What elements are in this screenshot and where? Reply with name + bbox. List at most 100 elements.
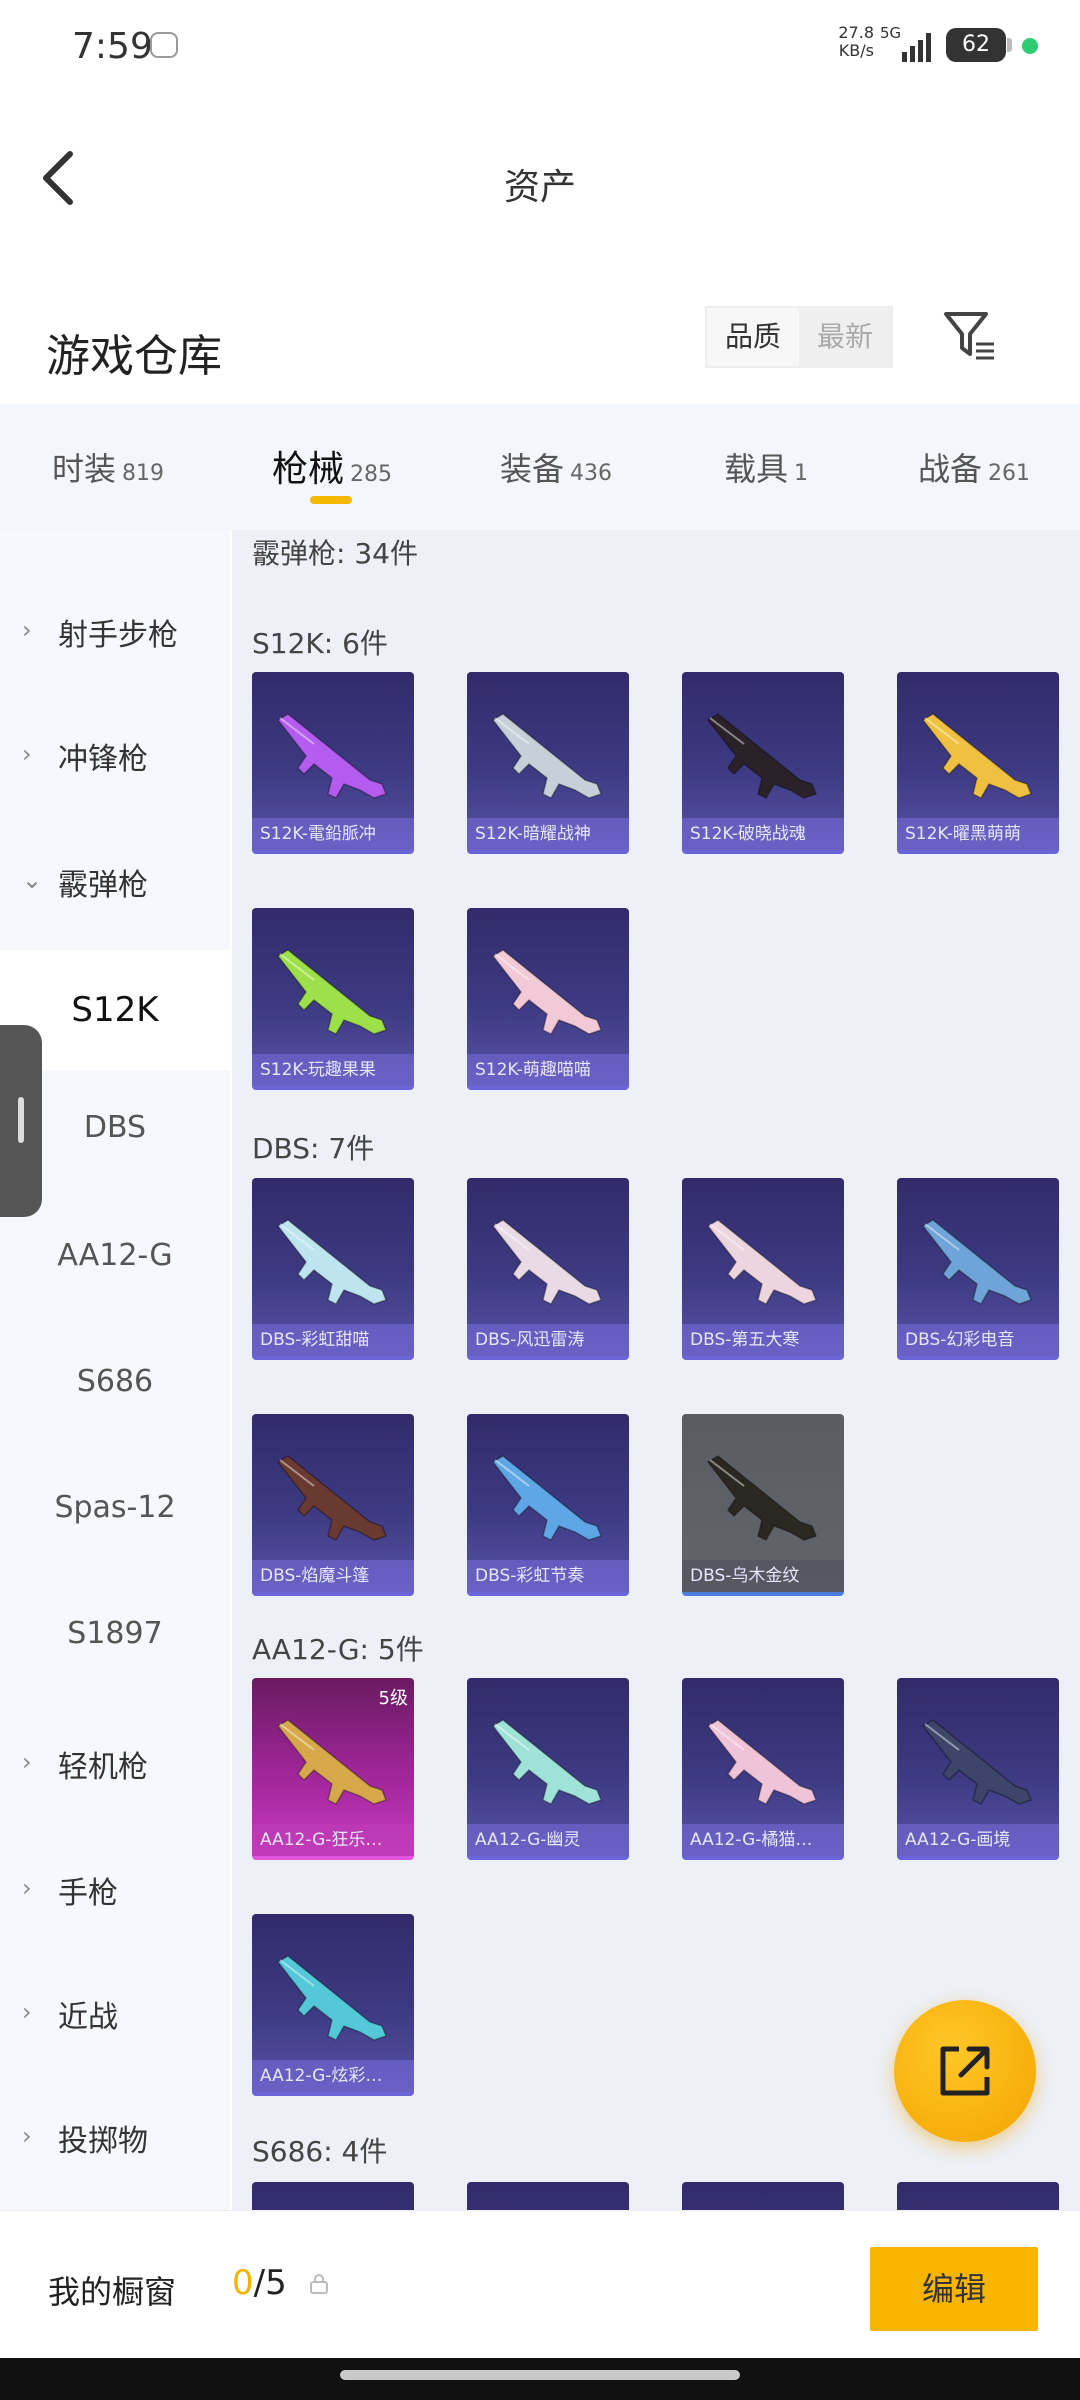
sort-toggle[interactable]: 品质 最新 [705,306,893,368]
weapon-skin-card[interactable]: S12K-萌趣喵喵 [467,908,629,1090]
weapon-skin-card[interactable]: DBS-焰魔斗篷 [252,1414,414,1596]
message-icon [150,32,178,58]
chevron-right-icon: › [22,1998,32,2026]
sidebar-item[interactable]: › 射手步枪 [0,570,230,690]
weapon-skin-card[interactable]: DBS-幻彩电音 [897,1178,1059,1360]
chevron-right-icon: › [22,2122,32,2150]
showcase-count: 0/5 [232,2263,287,2303]
weapon-skin-name: AA12-G-幽灵 [467,1824,629,1856]
sidebar-item[interactable]: S1897 [0,1576,230,1696]
tab-equipment[interactable]: 装备 436 [500,444,612,490]
weapon-skin-name: S12K-曜黑萌萌 [897,818,1059,850]
shotgun-icon [276,713,387,799]
item-grid: 霰弹枪: 34件 S12K: 6件 S12K-電鉛脈冲 S12K-暗耀战神 S12K-… [232,530,1080,2210]
signal-icon [902,33,931,62]
shotgun-icon [276,1219,387,1305]
category-tabs: 时装 819 枪械 285 装备 436 载具 1 战备 261 [0,404,1080,530]
sidebar-item[interactable]: › 冲锋枪 [0,694,230,814]
sidebar-item-label: 冲锋枪 [58,742,148,777]
sidebar-item[interactable]: › 近战 [0,1952,230,2072]
sidebar-item-label: S12K [71,990,159,1030]
weapon-skin-card[interactable] [897,2182,1059,2210]
share-icon [940,2046,990,2096]
weapon-skin-name: S12K-電鉛脈冲 [252,818,414,850]
weapon-skin-card[interactable]: AA12-G-炫彩… [252,1914,414,2096]
weapon-skin-card[interactable]: S12K-破晓战魂 [682,672,844,854]
showcase-label: 我的橱窗 [48,2273,177,2311]
shotgun-icon [276,1955,387,2041]
sidebar-item[interactable]: AA12-G [0,1198,230,1318]
sort-quality-button[interactable]: 品质 [707,308,799,366]
shotgun-icon [921,1219,1032,1305]
network-type: 5G [880,24,902,42]
weapon-skin-card[interactable]: DBS-乌木金纹 [682,1414,844,1596]
weapon-skin-name: DBS-幻彩电音 [897,1324,1059,1356]
shotgun-icon [491,1219,602,1305]
edit-button[interactable]: 编辑 [870,2247,1038,2331]
weapon-skin-card[interactable]: S12K-曜黑萌萌 [897,672,1059,854]
shotgun-icon [706,713,817,799]
weapon-skin-card[interactable]: DBS-第五大寒 [682,1178,844,1360]
chevron-right-icon: › [22,1748,32,1776]
chevron-right-icon: › [22,616,32,644]
level-badge: 5级 [378,1688,408,1709]
section-label: S12K: 6件 [252,627,388,660]
shotgun-icon [921,713,1032,799]
weapon-skin-name: DBS-彩虹节奏 [467,1560,629,1592]
tab-vehicles[interactable]: 载具 1 [724,444,808,490]
weapon-skin-card[interactable]: 5级 AA12-G-狂乐… [252,1678,414,1860]
shotgun-icon [921,1719,1032,1805]
weapon-skin-card[interactable]: AA12-G-橘猫… [682,1678,844,1860]
sort-newest-button[interactable]: 最新 [799,308,891,366]
shotgun-icon [276,1719,387,1805]
shotgun-icon [706,1219,817,1305]
sidebar-item-label: 轻机枪 [58,1750,148,1785]
weapon-skin-card[interactable]: DBS-彩虹甜喵 [252,1178,414,1360]
tab-guns[interactable]: 枪械 285 [272,440,392,492]
weapon-skin-name: AA12-G-炫彩… [252,2060,414,2092]
sidebar-item[interactable]: › 轻机枪 [0,1702,230,1822]
sidebar-item[interactable]: › 投掷物 [0,2076,230,2196]
weapon-skin-card[interactable] [682,2182,844,2210]
weapon-skin-card[interactable]: S12K-玩趣果果 [252,908,414,1090]
privacy-dot [1022,38,1038,54]
weapon-skin-name: S12K-玩趣果果 [252,1054,414,1086]
shotgun-icon [491,1455,602,1541]
shotgun-icon [491,713,602,799]
weapon-skin-name: DBS-风迅雷涛 [467,1324,629,1356]
home-gesture-bar[interactable] [340,2370,740,2380]
weapon-skin-card[interactable]: AA12-G-画境 [897,1678,1059,1860]
sidebar-item[interactable]: ⌄ 霰弹枪 [0,820,230,940]
side-drawer-handle[interactable] [0,1025,42,1217]
status-time: 7:59 [72,26,153,67]
status-bar: 7:59 27.8 KB/s 5G 62 [0,0,1080,96]
section-label: AA12-G: 5件 [252,1633,424,1666]
sidebar-item[interactable]: Spas-12 [0,1450,230,1570]
sidebar-item-label: 手枪 [58,1876,118,1911]
weapon-skin-card[interactable] [252,2182,414,2210]
weapon-skin-card[interactable]: DBS-彩虹节奏 [467,1414,629,1596]
tab-fashion[interactable]: 时装 819 [52,444,164,490]
warehouse-title: 游戏仓库 [46,331,222,382]
weapon-skin-card[interactable]: S12K-電鉛脈冲 [252,672,414,854]
weapon-skin-card[interactable]: S12K-暗耀战神 [467,672,629,854]
weapon-skin-card[interactable] [467,2182,629,2210]
weapon-skin-name: DBS-彩虹甜喵 [252,1324,414,1356]
weapon-skin-card[interactable]: AA12-G-幽灵 [467,1678,629,1860]
shotgun-icon [276,949,387,1035]
net-speed: 27.8 KB/s [838,23,874,60]
shotgun-icon [706,1719,817,1805]
share-button[interactable] [894,2000,1036,2142]
sidebar-item-label: S1897 [67,1616,163,1651]
side-nav: › 射手步枪 › 冲锋枪 ⌄ 霰弹枪 S12K DBS AA12-G S686 Spas-12 S18… [0,530,230,2210]
weapon-skin-name: AA12-G-橘猫… [682,1824,844,1856]
section-label: DBS: 7件 [252,1132,375,1165]
weapon-skin-card[interactable]: DBS-风迅雷涛 [467,1178,629,1360]
filter-icon[interactable] [940,306,1000,366]
sidebar-item[interactable]: › 手枪 [0,1828,230,1948]
tab-combat-gear[interactable]: 战备 261 [918,444,1030,490]
weapon-skin-name: S12K-破晓战魂 [682,818,844,850]
sidebar-item-label: 霰弹枪 [58,868,148,903]
sidebar-item[interactable]: S686 [0,1324,230,1444]
lock-icon [310,2274,328,2294]
